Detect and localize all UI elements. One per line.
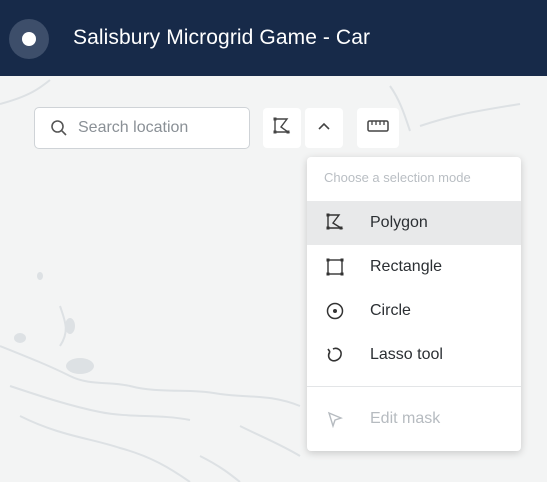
lasso-icon [325, 345, 345, 365]
location-search[interactable] [34, 107, 250, 149]
app-title: Salisbury Microgrid Game - Car [73, 26, 371, 49]
selection-mode-toggle[interactable] [305, 108, 343, 148]
circle-icon [325, 301, 345, 321]
ruler-icon [367, 119, 389, 138]
search-input[interactable] [76, 118, 250, 138]
ruler-button[interactable] [357, 108, 399, 148]
search-icon [50, 119, 68, 137]
polygon-icon [325, 213, 345, 233]
polygon-select-button[interactable] [263, 108, 301, 148]
menu-item-label: Lasso tool [370, 346, 443, 363]
chevron-up-icon [317, 119, 331, 137]
menu-item-label: Circle [370, 302, 411, 319]
selection-mode-menu: Choose a selection mode Polygon Rectangl… [307, 157, 521, 451]
menu-item-polygon[interactable]: Polygon [307, 201, 521, 245]
polygon-select-icon [271, 116, 293, 141]
menu-item-label: Edit mask [370, 410, 441, 427]
menu-item-lasso[interactable]: Lasso tool [307, 333, 521, 377]
menu-item-edit-mask: Edit mask [307, 397, 521, 441]
cursor-icon [325, 409, 345, 429]
app-header: Salisbury Microgrid Game - Car [0, 0, 547, 76]
menu-item-rectangle[interactable]: Rectangle [307, 245, 521, 289]
menu-item-label: Rectangle [370, 258, 443, 275]
app-menu-icon[interactable] [9, 19, 49, 59]
rectangle-icon [325, 257, 345, 277]
menu-item-circle[interactable]: Circle [307, 289, 521, 333]
menu-heading: Choose a selection mode [324, 170, 471, 185]
menu-item-label: Polygon [370, 214, 428, 231]
menu-divider [307, 386, 521, 387]
